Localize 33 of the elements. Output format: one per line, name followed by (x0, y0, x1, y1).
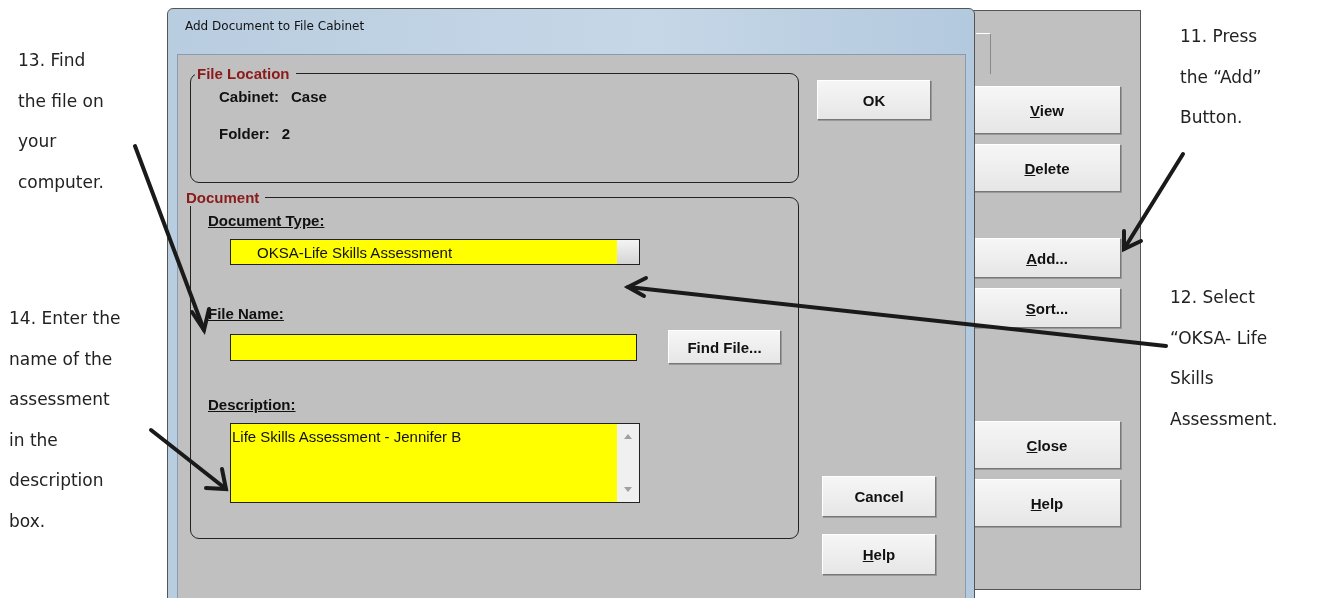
dialog-button[interactable]: Help (822, 534, 936, 575)
group-legend: Document (184, 189, 266, 206)
window-button[interactable]: Sort... (973, 288, 1121, 328)
window-button[interactable]: Delete (973, 144, 1121, 192)
field-label: Cabinet: (219, 88, 279, 105)
annotation-text: 13. Find the file on your computer. (18, 49, 104, 194)
field-label: Document Type: (208, 212, 325, 229)
field-label: File Name: (208, 305, 284, 322)
scroll-down-icon[interactable] (624, 487, 632, 492)
dropdown-button[interactable] (617, 240, 639, 264)
ok-button[interactable]: OK (817, 80, 931, 120)
annotation-text: 11. Press the “Add” Button. (1180, 25, 1262, 129)
dropdown-value: OKSA-Life Skills Assessment (256, 243, 453, 261)
group-legend: File Location (195, 65, 296, 82)
annotation-text: 14. Enter the name of the assessment in the description box. (9, 307, 121, 533)
description-field[interactable]: Life Skills Assessment - Jennifer B (230, 423, 640, 503)
field-label: Folder: (219, 125, 270, 142)
dialog-button[interactable]: Cancel (822, 476, 936, 517)
document-type-dropdown[interactable]: OKSA-Life Skills Assessment (230, 239, 640, 265)
window-title: Add Document to File Cabinet (185, 18, 365, 33)
find-file-button[interactable]: Find File... (668, 330, 781, 364)
file-name-field[interactable] (230, 333, 637, 361)
tab-edge (976, 33, 991, 74)
field-value: 2 (281, 125, 291, 142)
window-button[interactable]: Close (973, 421, 1121, 469)
window-button[interactable]: Help (973, 479, 1121, 527)
window-button[interactable]: Add... (973, 238, 1121, 278)
field-label: Description: (208, 396, 296, 413)
annotation-text: 12. Select “OKSA- Life Skills Assessment. (1170, 286, 1278, 431)
window-button[interactable]: View (973, 86, 1121, 134)
scroll-up-icon[interactable] (624, 434, 632, 439)
scroll-bar[interactable] (617, 424, 639, 502)
field-value: Case (291, 88, 327, 105)
